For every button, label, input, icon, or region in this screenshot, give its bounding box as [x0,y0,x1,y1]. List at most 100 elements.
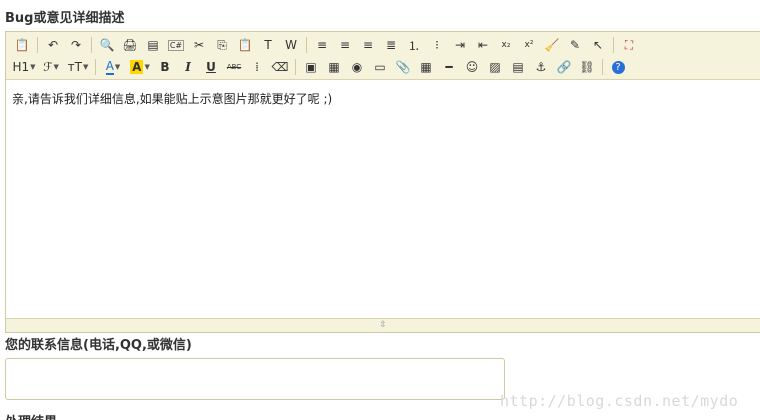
watermark-text: http://blog.csdn.net/mydo [500,392,739,410]
resize-grip-icon[interactable]: ⇳ [379,321,387,330]
clear-format-button[interactable]: 🧹 [541,35,563,55]
flash-button[interactable]: ◉ [346,57,368,77]
fullscreen-icon: ⛶ [624,37,634,52]
description-label: Bug或意见详细描述 [5,11,125,26]
chevron-down-icon: ▼ [114,63,121,71]
heading-button[interactable]: H1 ▼ [11,57,37,77]
help-button[interactable]: ? [607,57,629,77]
table-button[interactable]: ▦ [415,57,437,77]
attachment-button[interactable]: 📎 [392,57,414,77]
contact-input[interactable] [5,358,505,400]
font-size-icon: тT [67,60,82,74]
template-button[interactable]: ▤ [142,35,164,55]
redo-button[interactable]: ↷ [65,35,87,55]
heading-icon: H1 [12,60,30,74]
select-all-button[interactable]: ↖ [587,35,609,55]
ordered-list-button[interactable]: ⒈ [403,35,425,55]
undo-icon: ↶ [47,38,59,52]
font-color-icon: A [105,59,114,75]
media-button[interactable]: ▭ [369,57,391,77]
editor-toolbar: 📋 ↶ ↷ 🔍 🖨 ▤ C# ✂ ⎘ 📋 T W ≡ ≡ ≡ ≣ ⒈ ⁝ ⇥ ⇤ x₂ x² 🧹 ✎ ↖ ⛶ H1 ▼ ℱ ▼ тT ▼ A ▼… [6,32,760,80]
rich-text-editor: 📋 ↶ ↷ 🔍 🖨 ▤ C# ✂ ⎘ 📋 T W ≡ ≡ ≡ ≣ ⒈ ⁝ ⇥ ⇤ x₂ x² 🧹 ✎ ↖ ⛶ H1 ▼ ℱ ▼ тT ▼ A ▼… [5,31,760,333]
align-right-button[interactable]: ≡ [357,35,379,55]
help-icon: ? [611,60,625,74]
align-left-button[interactable]: ≡ [311,35,333,55]
line-height-button[interactable]: ⁞ [246,57,268,77]
redo-icon: ↷ [70,38,82,52]
print-button[interactable]: 🖨 [119,35,141,55]
outdent-icon: ⇤ [477,38,489,52]
cut-button[interactable]: ✂ [188,35,210,55]
cut-icon: ✂ [193,38,205,52]
toolbar-separator [91,37,92,53]
anchor-button[interactable]: ⚓ [530,57,552,77]
toolbar-separator [602,59,603,75]
superscript-button[interactable]: x² [518,35,540,55]
fullscreen-button[interactable]: ⛶ [618,35,640,55]
strikethrough-button[interactable]: ABC [223,57,245,77]
editor-resize-bar[interactable]: ⇳ [6,318,760,332]
attachment-icon: 📎 [395,60,411,74]
editor-content-area[interactable]: 亲,请告诉我们详细信息,如果能贴上示意图片那就更好了呢 ;) [6,80,760,318]
chevron-down-icon: ▼ [144,63,150,71]
toolbar-separator [306,37,307,53]
align-justify-button[interactable]: ≣ [380,35,402,55]
line-height-icon: ⁞ [255,60,259,74]
page: Bug或意见详细描述 📋 ↶ ↷ 🔍 🖨 ▤ C# ✂ ⎘ 📋 T W ≡ ≡ ≡ ≣ ⒈ ⁝ ⇥ ⇤ x₂ x² 🧹 ✎ ↖ ⛶… [0,0,760,420]
paste-button[interactable]: 📋 [234,35,256,55]
font-color-button[interactable]: A ▼ [100,57,126,77]
bold-icon: B [160,60,170,74]
clear-format-icon: 🧹 [544,38,560,52]
font-name-button[interactable]: ℱ ▼ [38,57,64,77]
chevron-down-icon: ▼ [82,63,89,71]
unordered-list-button[interactable]: ⁝ [426,35,448,55]
subscript-icon: x₂ [501,40,511,50]
source-button[interactable]: 📋 [11,35,33,55]
font-size-button[interactable]: тT ▼ [65,57,91,77]
multi-image-button[interactable]: ▦ [323,57,345,77]
toolbar-row-1: 📋 ↶ ↷ 🔍 🖨 ▤ C# ✂ ⎘ 📋 T W ≡ ≡ ≡ ≣ ⒈ ⁝ ⇥ ⇤ x₂ x² 🧹 ✎ ↖ ⛶ [6,34,760,56]
subscript-button[interactable]: x₂ [495,35,517,55]
pagebreak-icon: ▤ [512,60,524,74]
toolbar-separator [37,37,38,53]
unlink-icon: ⛓ [579,60,595,74]
underline-button[interactable]: U [200,57,222,77]
align-center-button[interactable]: ≡ [334,35,356,55]
contact-label: 您的联系信息(电话,QQ,或微信) [5,338,192,353]
preview-icon: 🔍 [99,38,115,52]
copy-button[interactable]: ⎘ [211,35,233,55]
quick-format-button[interactable]: ✎ [564,35,586,55]
highlight-color-icon: A [130,60,144,74]
copy-icon: ⎘ [217,37,227,52]
highlight-color-button[interactable]: A ▼ [127,57,153,77]
eraser-icon: ⌫ [271,60,289,74]
link-button[interactable]: 🔗 [553,57,575,77]
preview-button[interactable]: 🔍 [96,35,118,55]
image-icon: ▣ [305,60,317,74]
italic-button[interactable]: I [177,57,199,77]
ordered-list-icon: ⒈ [407,38,420,53]
toolbar-separator [613,37,614,53]
unlink-button[interactable]: ⛓ [576,57,598,77]
hr-icon: ━ [445,60,453,74]
outdent-button[interactable]: ⇤ [472,35,494,55]
paste-icon: 📋 [237,38,253,52]
underline-icon: U [206,60,216,74]
emoticon-button[interactable]: ☺ [461,57,483,77]
undo-button[interactable]: ↶ [42,35,64,55]
hr-button[interactable]: ━ [438,57,460,77]
image-button[interactable]: ▣ [300,57,322,77]
table-icon: ▦ [420,60,432,74]
eraser-button[interactable]: ⌫ [269,57,291,77]
pagebreak-button[interactable]: ▤ [507,57,529,77]
bold-button[interactable]: B [154,57,176,77]
paste-word-button[interactable]: W [280,35,302,55]
map-button[interactable]: ▨ [484,57,506,77]
multi-image-icon: ▦ [328,60,340,74]
emoticon-icon: ☺ [465,60,479,74]
indent-button[interactable]: ⇥ [449,35,471,55]
map-icon: ▨ [489,60,501,74]
code-button[interactable]: C# [165,35,187,55]
italic-icon: I [185,60,191,74]
paste-text-button[interactable]: T [257,35,279,55]
